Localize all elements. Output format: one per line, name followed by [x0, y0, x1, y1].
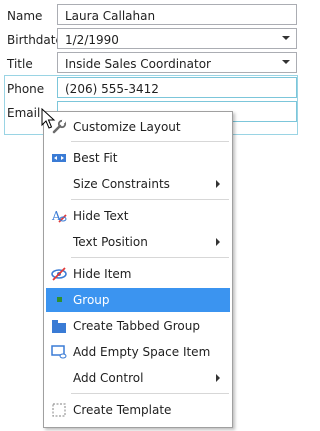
field-label-phone: Phone: [7, 82, 45, 96]
menu-item-group[interactable]: Group: [46, 288, 230, 312]
name-value: Laura Callahan: [65, 9, 156, 23]
mouse-cursor-icon: [41, 108, 56, 129]
name-field[interactable]: Laura Callahan: [57, 4, 297, 25]
menu-item-create-template[interactable]: Create Template: [46, 398, 230, 422]
menu-item-label: Add Control: [73, 371, 144, 385]
menu-item-label: Text Position: [73, 235, 148, 249]
group-icon: [57, 297, 62, 302]
field-row-name: Name Laura Callahan: [0, 4, 302, 28]
layout-form: Name Laura Callahan Birthdate 1/2/1990 T…: [0, 0, 302, 431]
field-row-title: Title Inside Sales Coordinator: [0, 52, 302, 76]
tabbed-group-icon: [52, 320, 66, 333]
menu-item-label: Group: [73, 293, 110, 307]
menu-item-label: Create Template: [73, 403, 172, 417]
menu-item-add-empty-space[interactable]: Add Empty Space Item: [46, 340, 230, 364]
field-label-email: Email: [7, 106, 41, 120]
menu-item-text-position[interactable]: Text Position: [46, 230, 230, 254]
menu-item-label: Create Tabbed Group: [73, 319, 200, 333]
menu-separator: [71, 257, 229, 258]
phone-field[interactable]: (206) 555-3412: [57, 77, 297, 98]
hide-item-icon: [51, 267, 67, 281]
menu-separator: [71, 199, 229, 200]
menu-item-label: Add Empty Space Item: [73, 345, 211, 359]
chevron-down-icon[interactable]: [282, 60, 290, 64]
best-fit-icon: [52, 154, 66, 162]
menu-item-label: Best Fit: [73, 151, 118, 165]
field-label-title: Title: [7, 57, 33, 71]
template-icon: [52, 403, 66, 417]
menu-item-hide-text[interactable]: A Hide Text: [46, 204, 230, 228]
empty-space-icon: [51, 345, 67, 359]
phone-value: (206) 555-3412: [65, 82, 159, 96]
birthdate-dropdown[interactable]: 1/2/1990: [57, 28, 297, 49]
birthdate-value: 1/2/1990: [65, 33, 119, 47]
field-row-phone: Phone (206) 555-3412: [0, 77, 302, 101]
field-label-birthdate: Birthdate: [7, 33, 63, 47]
menu-separator: [71, 393, 229, 394]
menu-item-label: Size Constraints: [73, 177, 170, 191]
title-value: Inside Sales Coordinator: [65, 57, 211, 71]
menu-item-size-constraints[interactable]: Size Constraints: [46, 172, 230, 196]
menu-item-customize-layout[interactable]: Customize Layout: [46, 115, 230, 139]
menu-item-label: Hide Item: [73, 267, 132, 281]
chevron-down-icon[interactable]: [282, 36, 290, 40]
field-row-birthdate: Birthdate 1/2/1990: [0, 28, 302, 52]
hide-text-icon: A: [51, 209, 67, 223]
field-label-name: Name: [7, 9, 43, 23]
menu-separator: [71, 141, 229, 142]
chevron-right-icon: [216, 238, 220, 246]
menu-item-create-tabbed-group[interactable]: Create Tabbed Group: [46, 314, 230, 338]
layout-context-menu: Customize Layout Best Fit Size Constrain…: [43, 111, 233, 428]
menu-item-hide-item[interactable]: Hide Item: [46, 262, 230, 286]
menu-item-label: Customize Layout: [73, 120, 181, 134]
menu-item-best-fit[interactable]: Best Fit: [46, 146, 230, 170]
chevron-right-icon: [216, 374, 220, 382]
title-dropdown[interactable]: Inside Sales Coordinator: [57, 52, 297, 73]
menu-item-label: Hide Text: [73, 209, 129, 223]
chevron-right-icon: [216, 180, 220, 188]
menu-item-add-control[interactable]: Add Control: [46, 366, 230, 390]
